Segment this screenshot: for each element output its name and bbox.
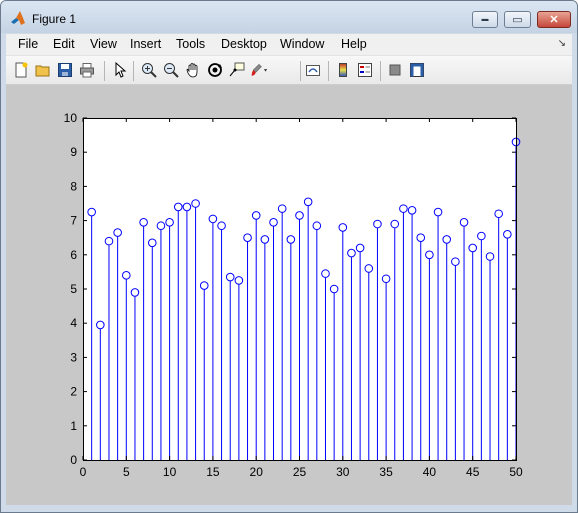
- hide-plot-tools-button[interactable]: [386, 61, 404, 79]
- insert-legend-icon: [358, 63, 372, 77]
- insert-legend-button[interactable]: [356, 61, 374, 79]
- brush-button[interactable]: [250, 61, 268, 79]
- toolbar-separator: [380, 61, 381, 81]
- toolbar-separator: [104, 61, 105, 81]
- show-plot-tools-button[interactable]: [408, 61, 426, 79]
- print-icon: [80, 63, 94, 78]
- maximize-button[interactable]: ▭: [504, 11, 531, 28]
- rotate-3d-icon: [208, 63, 222, 77]
- x-tick-label: 0: [80, 465, 87, 479]
- minimize-icon: ▬: [481, 16, 489, 23]
- y-tick-label: 3: [70, 350, 77, 364]
- open-file-icon: [35, 65, 50, 77]
- print-button[interactable]: [78, 61, 96, 79]
- menu-bar: File Edit View Insert Tools Desktop Wind…: [6, 34, 572, 56]
- stem-plot[interactable]: 0 5 10 15 20 25 30 35 40 45 50012345678910: [6, 85, 572, 505]
- x-tick-label: 20: [250, 465, 264, 479]
- window-title: Figure 1: [32, 12, 77, 26]
- x-tick-label: 15: [206, 465, 220, 479]
- x-tick-label: 35: [379, 465, 393, 479]
- zoom-out-icon: [164, 63, 179, 78]
- close-button[interactable]: ✕: [537, 11, 571, 28]
- figure-canvas[interactable]: 0 5 10 15 20 25 30 35 40 45 50 0 1 2 3 4 5 6 7 8 9 10: [6, 85, 572, 505]
- x-tick-label: 5: [123, 465, 130, 479]
- x-tick-label: 45: [466, 465, 480, 479]
- menu-edit[interactable]: Edit: [53, 37, 75, 51]
- menu-help[interactable]: Help: [341, 37, 367, 51]
- menu-desktop[interactable]: Desktop: [221, 37, 267, 51]
- x-tick-label: 25: [293, 465, 307, 479]
- figure-toolbar: [6, 56, 572, 85]
- hide-plot-tools-icon: [389, 64, 401, 76]
- open-file-button[interactable]: [34, 61, 52, 79]
- pan-hand-icon: [186, 63, 198, 78]
- edit-plot-pointer-icon: [115, 62, 127, 78]
- x-tick-label: 30: [336, 465, 350, 479]
- data-cursor-icon: [229, 62, 245, 77]
- toolbar-separator: [328, 61, 329, 81]
- y-tick-label: 9: [70, 145, 77, 159]
- zoom-out-button[interactable]: [162, 61, 180, 79]
- y-tick-label: 7: [70, 214, 77, 228]
- rotate-3d-button[interactable]: [206, 61, 224, 79]
- zoom-in-icon: [142, 63, 157, 78]
- data-cursor-button[interactable]: [228, 61, 246, 79]
- y-tick-label: 2: [70, 385, 77, 399]
- save-button[interactable]: [56, 61, 74, 79]
- maximize-icon: ▭: [512, 14, 523, 26]
- x-tick-label: 40: [423, 465, 437, 479]
- y-tick-label: 4: [70, 316, 77, 330]
- dock-arrow-icon[interactable]: ↘: [558, 38, 566, 49]
- minimize-button[interactable]: ▬: [472, 11, 498, 28]
- show-plot-tools-icon: [410, 63, 424, 77]
- brush-icon: [251, 63, 268, 76]
- close-icon: ✕: [549, 14, 559, 26]
- menu-insert[interactable]: Insert: [130, 37, 161, 51]
- insert-colorbar-button[interactable]: [334, 61, 352, 79]
- figure-window: Figure 1 ▬ ▭ ✕ File Edit View Insert Too…: [0, 0, 578, 513]
- menu-tools[interactable]: Tools: [176, 37, 205, 51]
- save-icon: [58, 63, 72, 77]
- y-tick-label: 10: [64, 111, 78, 125]
- pan-button[interactable]: [184, 61, 202, 79]
- y-tick-label: 8: [70, 179, 77, 193]
- insert-colorbar-icon: [339, 63, 347, 77]
- new-figure-button[interactable]: [12, 61, 30, 79]
- menu-view[interactable]: View: [90, 37, 117, 51]
- x-tick-label: 50: [509, 465, 523, 479]
- y-tick-label: 6: [70, 248, 77, 262]
- y-tick-label: 1: [70, 419, 77, 433]
- y-tick-label: 5: [70, 282, 77, 296]
- link-plot-button[interactable]: [304, 61, 322, 79]
- matlab-logo-icon: [11, 11, 25, 25]
- title-bar[interactable]: Figure 1 ▬ ▭ ✕: [1, 1, 577, 33]
- y-tick-label: 0: [70, 453, 77, 467]
- link-plot-icon: [306, 65, 320, 76]
- x-tick-label: 10: [163, 465, 177, 479]
- new-figure-icon: [15, 62, 28, 78]
- menu-file[interactable]: File: [18, 37, 38, 51]
- zoom-in-button[interactable]: [140, 61, 158, 79]
- toolbar-separator: [300, 61, 301, 81]
- menu-window[interactable]: Window: [280, 37, 324, 51]
- edit-plot-button[interactable]: [111, 61, 129, 79]
- toolbar-separator: [133, 61, 134, 81]
